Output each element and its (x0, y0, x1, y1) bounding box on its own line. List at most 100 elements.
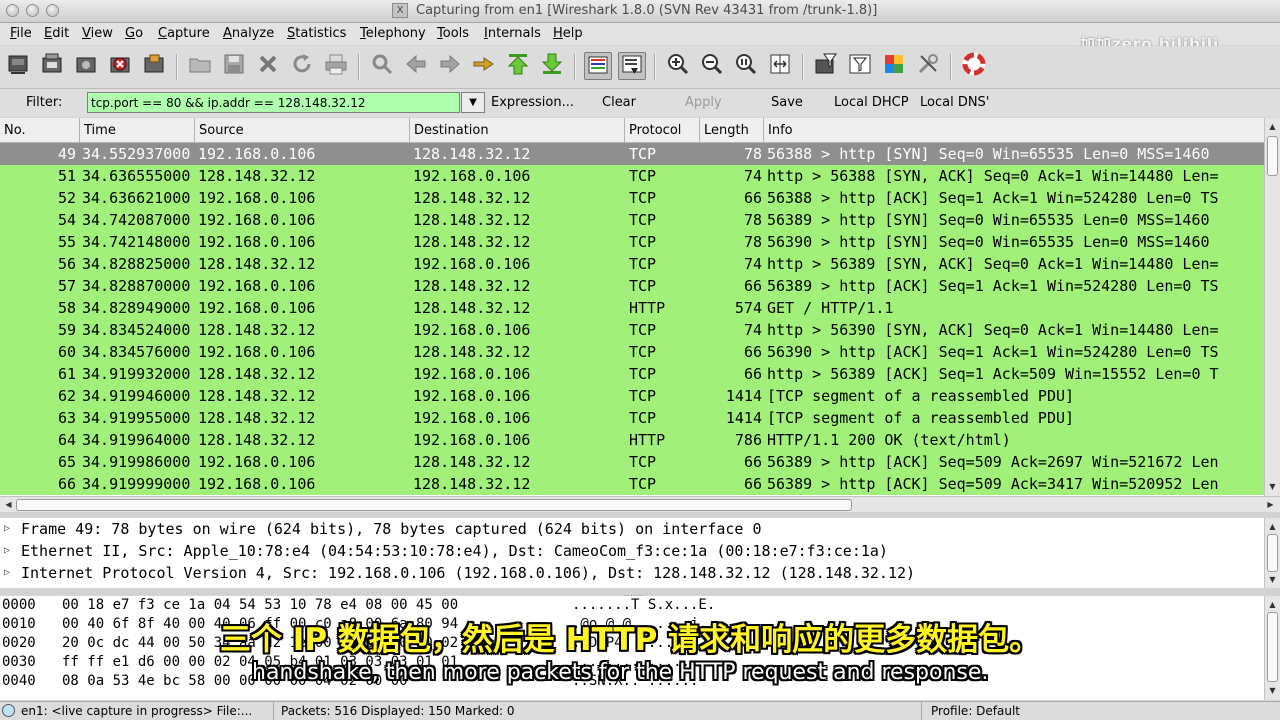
menu-telephony[interactable]: Telephony (360, 26, 426, 41)
filter-input[interactable] (87, 92, 460, 113)
print-icon[interactable] (322, 52, 350, 80)
goto-packet-icon[interactable] (470, 52, 498, 80)
zoom-in-icon[interactable] (664, 52, 692, 80)
hex-dump-row[interactable]: 0000 00 18 e7 f3 ce 1a 04 54 53 10 78 e4 … (0, 596, 1264, 615)
autoscroll-icon[interactable] (618, 52, 646, 80)
normal-size-icon[interactable] (732, 52, 760, 80)
scroll-down-icon[interactable]: ▼ (1266, 684, 1279, 697)
help-icon[interactable] (960, 52, 988, 80)
expression-button[interactable]: Expression... (491, 95, 574, 110)
bytes-vscroll-thumb[interactable] (1267, 612, 1278, 682)
packet-row[interactable]: 51 34.636555000 128.148.32.12 192.168.0.106… (0, 165, 1264, 187)
open-file-icon[interactable] (186, 52, 214, 80)
save-filter-button[interactable]: Save (771, 95, 803, 110)
capture-filters-icon[interactable] (812, 52, 840, 80)
packet-details-pane[interactable]: ▷ Frame 49: 78 bytes on wire (624 bits), … (0, 518, 1264, 588)
scroll-right-icon[interactable]: ▶ (1264, 498, 1277, 511)
reload-icon[interactable] (288, 52, 316, 80)
scroll-down-icon[interactable]: ▼ (1266, 573, 1279, 586)
first-packet-icon[interactable] (504, 52, 532, 80)
column-header-no[interactable]: No. (0, 118, 80, 142)
menu-statistics[interactable]: Statistics (287, 26, 346, 41)
expand-triangle-icon[interactable]: ▷ (4, 540, 10, 562)
detail-tree-row[interactable]: ▷ Frame 49: 78 bytes on wire (624 bits), … (0, 518, 1264, 540)
pane-splitter[interactable]: ...... (0, 589, 1280, 598)
window-minimize-button[interactable] (26, 4, 39, 17)
expand-triangle-icon[interactable]: ▷ (4, 518, 10, 540)
colorize-icon[interactable] (584, 52, 612, 80)
packet-list-hscrollbar[interactable]: ◀ ▶ (0, 496, 1280, 512)
start-capture-icon[interactable] (72, 52, 100, 80)
details-vscroll-thumb[interactable] (1267, 534, 1278, 572)
zoom-out-icon[interactable] (698, 52, 726, 80)
column-header-info[interactable]: Info (764, 118, 1264, 142)
packet-row[interactable]: 59 34.834524000 128.148.32.12 192.168.0.106… (0, 319, 1264, 341)
menu-tools[interactable]: Tools (437, 26, 469, 41)
save-file-icon[interactable] (220, 52, 248, 80)
packet-row[interactable]: 65 34.919986000 192.168.0.106 128.148.32.12… (0, 451, 1264, 473)
display-filters-icon[interactable] (846, 52, 874, 80)
column-header-destination[interactable]: Destination (410, 118, 625, 142)
detail-tree-row[interactable]: ▷ Ethernet II, Src: Apple_10:78:e4 (04:54… (0, 540, 1264, 562)
packet-row[interactable]: 54 34.742087000 192.168.0.106 128.148.32.12… (0, 209, 1264, 231)
restart-capture-icon[interactable] (140, 52, 168, 80)
menu-file[interactable]: File (10, 26, 32, 41)
packet-row-selected[interactable]: 49 34.552937000 192.168.0.106 128.148.32.12… (0, 143, 1264, 165)
details-vscrollbar[interactable]: ▲ ▼ (1264, 518, 1280, 588)
packet-row[interactable]: 58 34.828949000 192.168.0.106 128.148.32.12… (0, 297, 1264, 319)
scroll-up-icon[interactable]: ▲ (1266, 598, 1279, 611)
column-header-length[interactable]: Length (700, 118, 764, 142)
packet-row[interactable]: 60 34.834576000 192.168.0.106 128.148.32.12… (0, 341, 1264, 363)
expert-info-icon[interactable] (2, 704, 15, 717)
interface-list-icon[interactable] (4, 52, 32, 80)
packet-row[interactable]: 57 34.828870000 192.168.0.106 128.148.32.12… (0, 275, 1264, 297)
scroll-up-icon[interactable]: ▲ (1266, 120, 1279, 133)
last-packet-icon[interactable] (538, 52, 566, 80)
packet-row[interactable]: 56 34.828825000 128.148.32.12 192.168.0.106… (0, 253, 1264, 275)
clear-button[interactable]: Clear (602, 95, 636, 110)
packet-row[interactable]: 66 34.919999000 192.168.0.106 128.148.32.12… (0, 473, 1264, 495)
packet-row[interactable]: 55 34.742148000 192.168.0.106 128.148.32.12… (0, 231, 1264, 253)
menu-go[interactable]: Go (125, 26, 143, 41)
find-icon[interactable] (368, 52, 396, 80)
packet-list-vscrollbar[interactable]: ▲ ▼ (1264, 118, 1280, 496)
menu-help[interactable]: Help (553, 26, 583, 41)
back-icon[interactable] (402, 52, 430, 80)
filter-dropdown-button[interactable]: ▼ (461, 92, 485, 113)
menu-edit[interactable]: Edit (44, 26, 69, 41)
local-dns-button[interactable]: Local DNS' (920, 95, 989, 110)
local-dhcp-button[interactable]: Local DHCP (834, 95, 909, 110)
column-header-source[interactable]: Source (195, 118, 410, 142)
menu-analyze[interactable]: Analyze (223, 26, 274, 41)
coloring-rules-icon[interactable] (880, 52, 908, 80)
packet-row[interactable]: 52 34.636621000 192.168.0.106 128.148.32.12… (0, 187, 1264, 209)
packet-row[interactable]: 63 34.919955000 128.148.32.12 192.168.0.106… (0, 407, 1264, 429)
expand-triangle-icon[interactable]: ▷ (4, 562, 10, 584)
scroll-left-icon[interactable]: ◀ (2, 498, 15, 511)
menu-internals[interactable]: Internals (484, 26, 541, 41)
scroll-down-icon[interactable]: ▼ (1266, 480, 1279, 493)
stop-capture-icon[interactable] (106, 52, 134, 80)
bytes-vscrollbar[interactable]: ▲ ▼ (1264, 596, 1280, 700)
packet-list-hscroll-thumb[interactable] (16, 499, 852, 511)
window-close-button[interactable] (6, 4, 19, 17)
packet-list-vscroll-thumb[interactable] (1267, 136, 1278, 176)
preferences-icon[interactable] (914, 52, 942, 80)
packet-row[interactable]: 64 34.919964000 128.148.32.12 192.168.0.106… (0, 429, 1264, 451)
packet-list[interactable]: No. Time Source Destination Protocol Len… (0, 118, 1264, 496)
apply-button[interactable]: Apply (685, 95, 722, 110)
window-zoom-button[interactable] (46, 4, 59, 17)
column-header-protocol[interactable]: Protocol (625, 118, 700, 142)
menu-capture[interactable]: Capture (158, 26, 210, 41)
close-file-icon[interactable] (254, 52, 282, 80)
packet-row[interactable]: 61 34.919932000 128.148.32.12 192.168.0.106… (0, 363, 1264, 385)
packet-row[interactable]: 62 34.919946000 128.148.32.12 192.168.0.106… (0, 385, 1264, 407)
forward-icon[interactable] (436, 52, 464, 80)
scroll-up-icon[interactable]: ▲ (1266, 520, 1279, 533)
status-profile[interactable]: Profile: Default (928, 702, 1280, 720)
detail-tree-row[interactable]: ▷ Internet Protocol Version 4, Src: 192.1… (0, 562, 1264, 584)
menu-view[interactable]: View (82, 26, 113, 41)
column-header-time[interactable]: Time (80, 118, 195, 142)
capture-options-icon[interactable] (38, 52, 66, 80)
resize-columns-icon[interactable] (766, 52, 794, 80)
